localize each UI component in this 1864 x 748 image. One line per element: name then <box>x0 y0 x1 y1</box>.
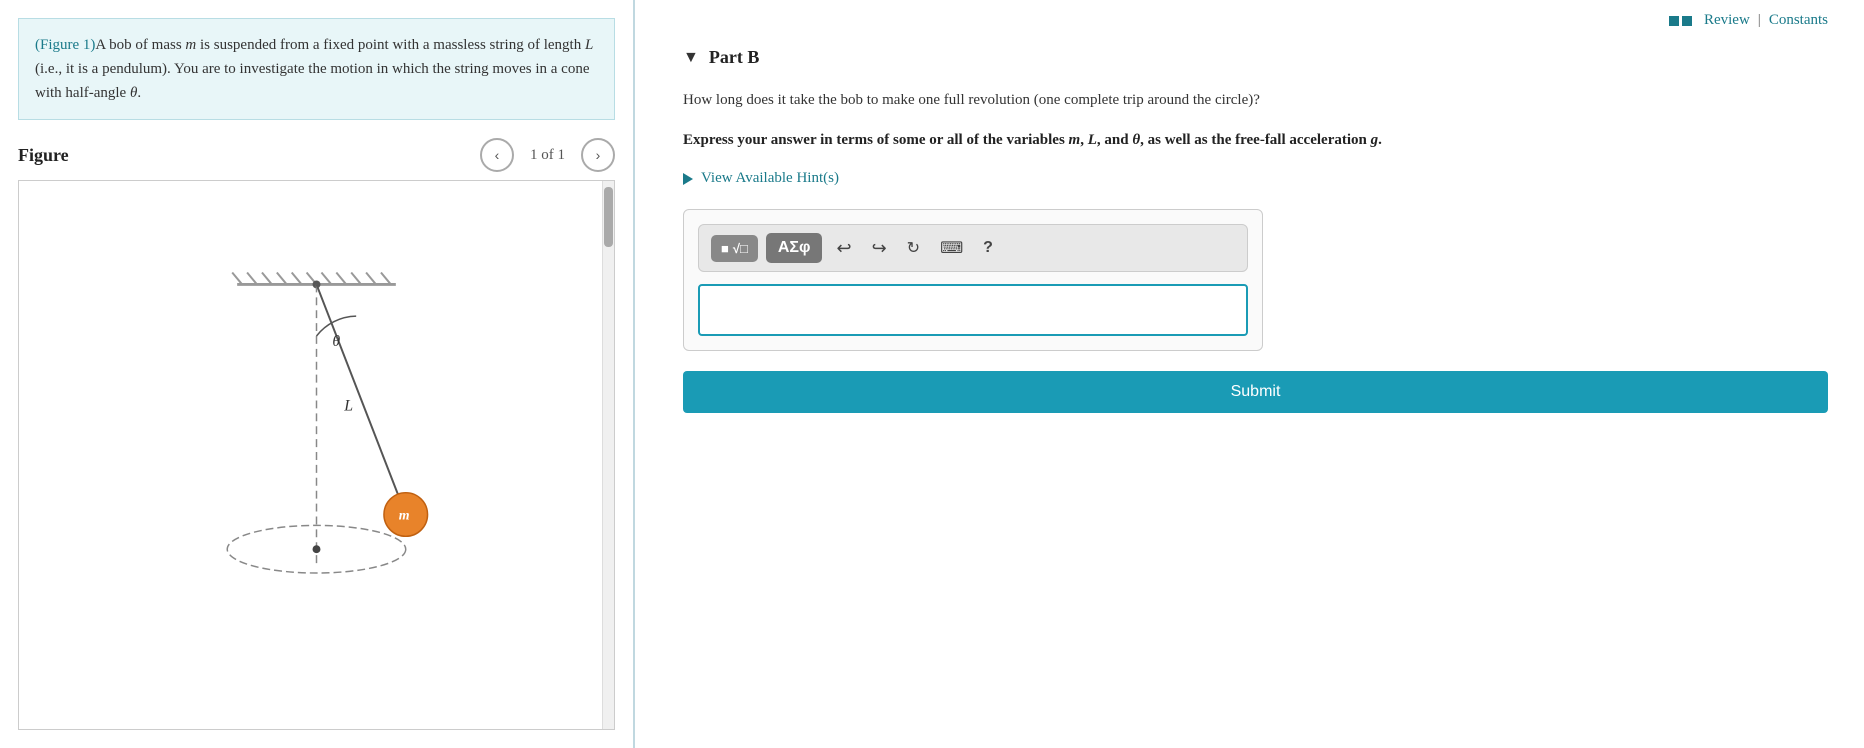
review-icon <box>1669 16 1692 26</box>
link-separator: | <box>1758 12 1761 29</box>
answer-instructions: Express your answer in terms of some or … <box>683 128 1828 152</box>
figure-link[interactable]: (Figure 1) <box>35 37 95 53</box>
right-panel: Review | Constants ▼ Part B How long doe… <box>635 0 1864 748</box>
greek-button[interactable]: ΑΣφ <box>766 233 823 263</box>
review-link[interactable]: Review <box>1704 12 1750 29</box>
redo-button[interactable]: ↪ <box>866 234 893 263</box>
keyboard-button[interactable]: ⌨ <box>934 234 969 262</box>
part-collapse-arrow[interactable]: ▼ <box>683 49 699 67</box>
question-text: How long does it take the bob to make on… <box>683 88 1828 112</box>
svg-text:m: m <box>399 508 410 523</box>
figure-section: Figure ‹ 1 of 1 › <box>0 120 633 180</box>
answer-box: ■ √□ ΑΣφ ↩ ↪ ↻ ⌨ ? <box>683 209 1263 351</box>
greek-label: ΑΣφ <box>778 239 811 257</box>
hint-triangle-icon <box>683 173 693 185</box>
problem-statement: (Figure 1)A bob of mass m is suspended f… <box>18 18 615 120</box>
submit-button[interactable]: Submit <box>683 371 1828 413</box>
figure-scrollbar[interactable] <box>602 181 614 729</box>
sqrt-icon: √□ <box>733 241 748 256</box>
instructions-prefix: Express your answer in terms of some or … <box>683 132 1382 148</box>
review-square-2 <box>1682 16 1692 26</box>
figure-container: θ L m <box>18 180 615 730</box>
next-figure-button[interactable]: › <box>581 138 615 172</box>
svg-text:θ: θ <box>332 333 340 350</box>
constants-link[interactable]: Constants <box>1769 12 1828 29</box>
figure-scrollbar-thumb <box>604 187 613 247</box>
prev-figure-button[interactable]: ‹ <box>480 138 514 172</box>
review-square-1 <box>1669 16 1679 26</box>
page-indicator: 1 of 1 <box>530 147 565 164</box>
undo-button[interactable]: ↩ <box>830 234 857 263</box>
part-header: ▼ Part B <box>683 47 1828 68</box>
figure-svg: θ L m <box>19 181 614 729</box>
svg-text:L: L <box>343 397 353 414</box>
toolbar: ■ √□ ΑΣφ ↩ ↪ ↻ ⌨ ? <box>698 224 1248 272</box>
part-title: Part B <box>709 47 759 68</box>
help-button[interactable]: ? <box>977 235 999 261</box>
top-links-bar: Review | Constants <box>683 12 1828 29</box>
problem-text-1: A bob of mass m is suspended from a fixe… <box>35 37 593 101</box>
formula-button[interactable]: ■ √□ <box>711 235 758 262</box>
formula-icon: ■ <box>721 241 729 256</box>
math-input[interactable] <box>698 284 1248 336</box>
hint-toggle[interactable]: View Available Hint(s) <box>683 170 1828 187</box>
reset-button[interactable]: ↻ <box>901 234 926 262</box>
left-panel: (Figure 1)A bob of mass m is suspended f… <box>0 0 635 748</box>
figure-title: Figure <box>18 145 464 166</box>
hint-label: View Available Hint(s) <box>701 170 839 187</box>
